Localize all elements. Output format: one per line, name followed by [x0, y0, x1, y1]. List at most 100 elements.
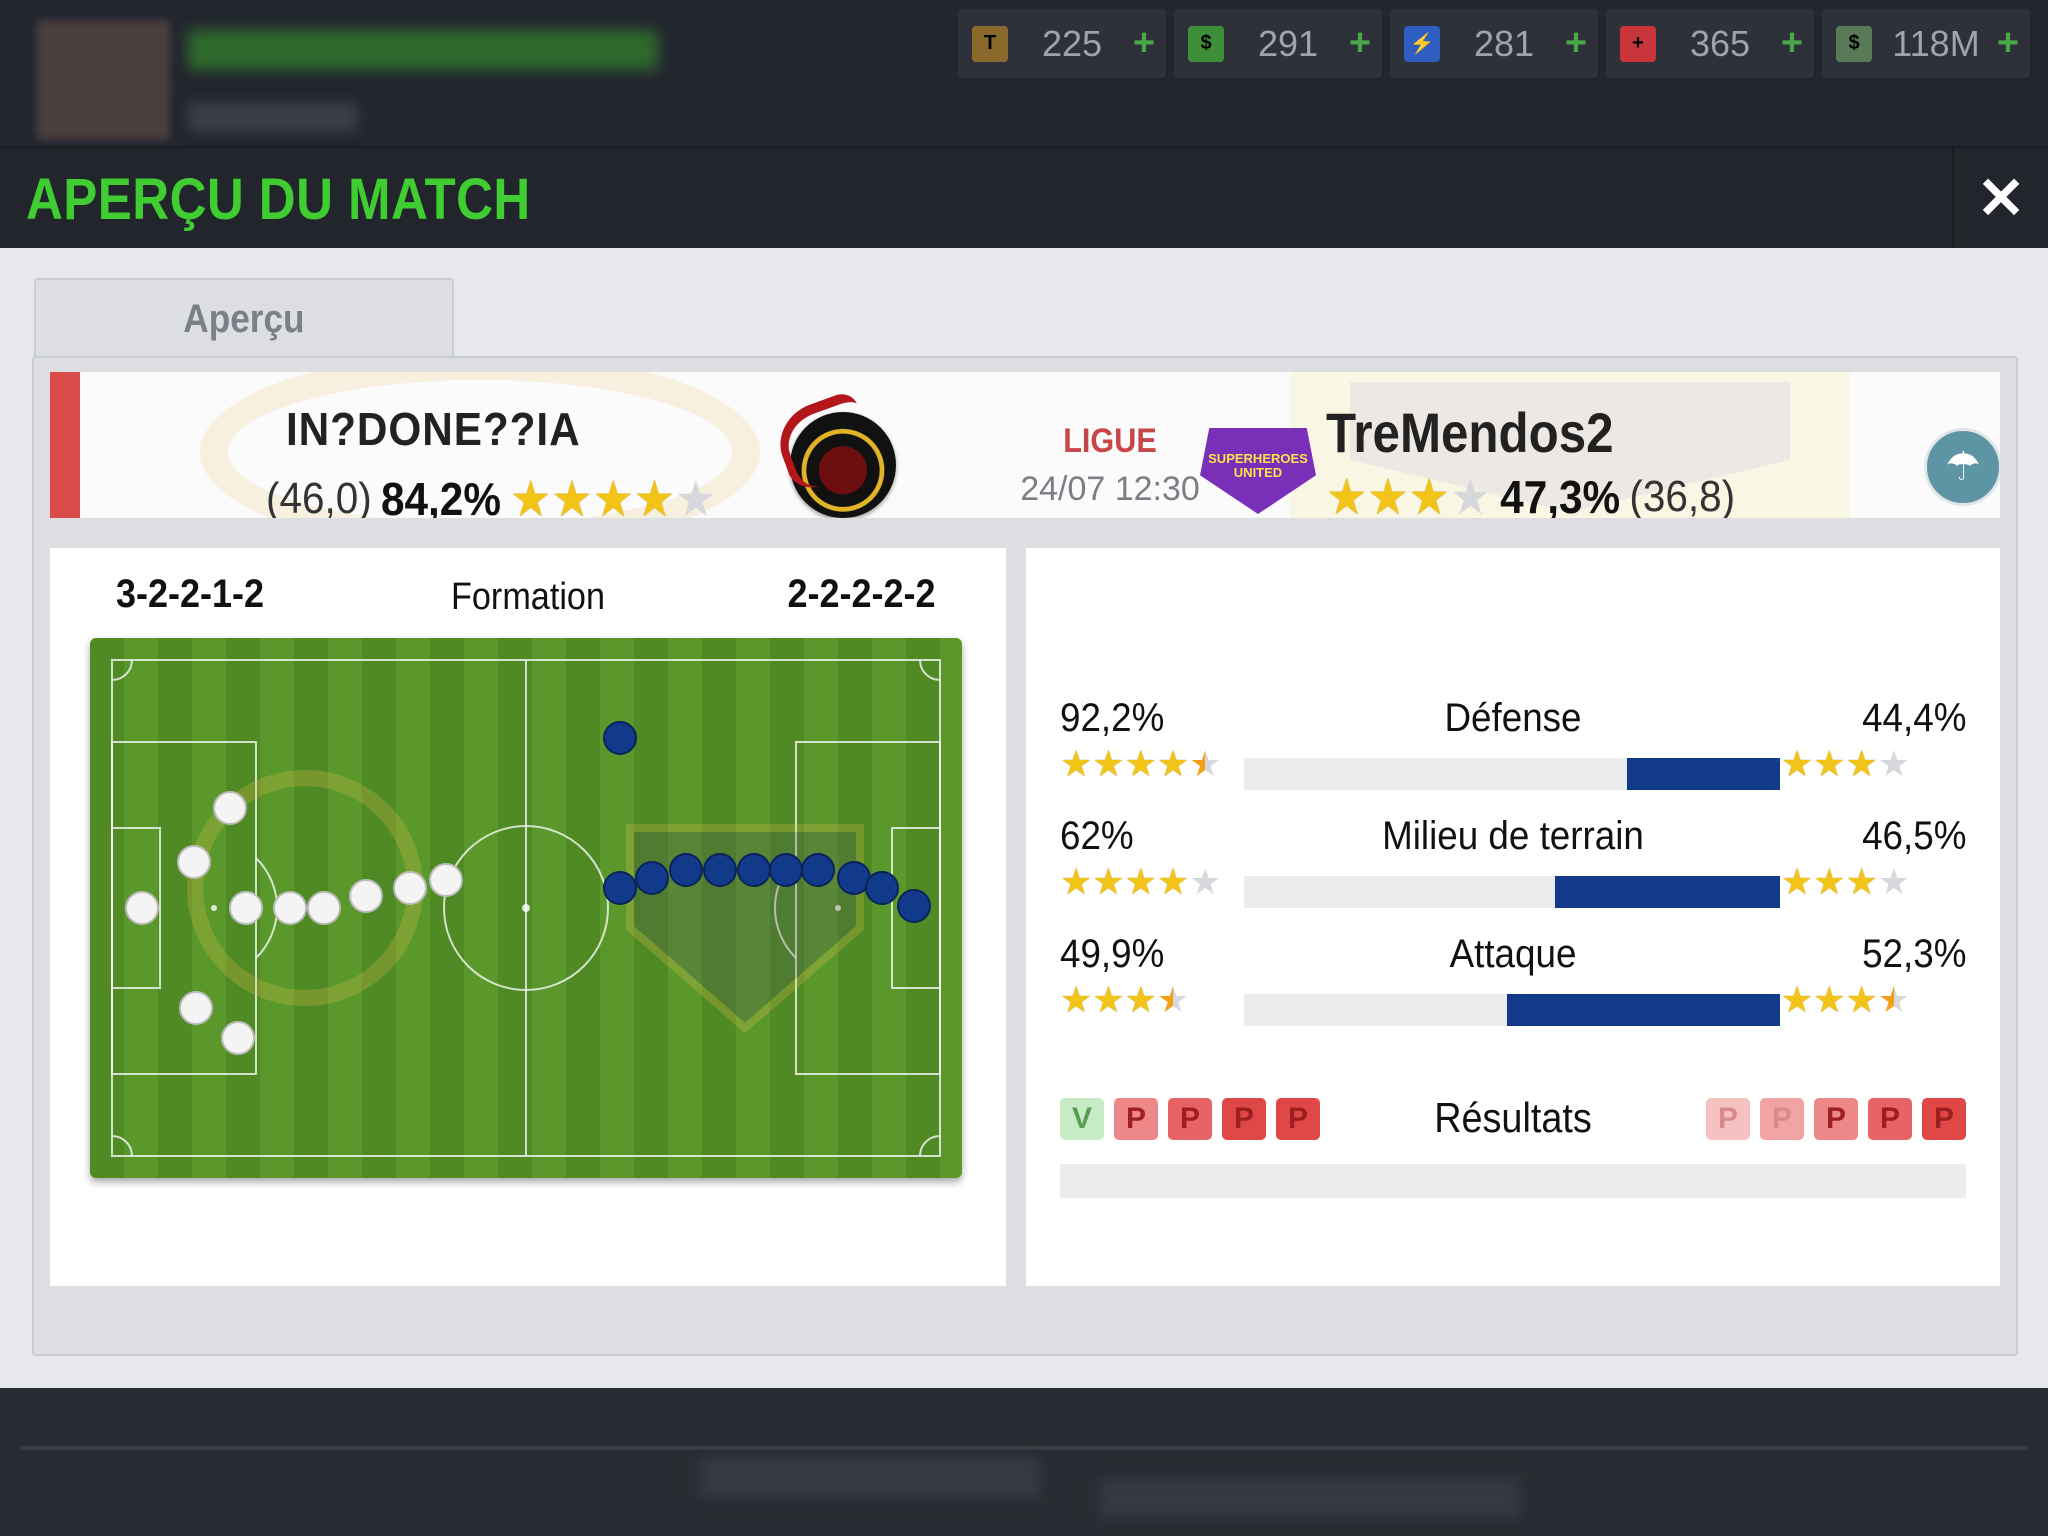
- rain-cloud-icon: ☂: [1945, 445, 1981, 489]
- star-icon: ★: [1813, 979, 1846, 1020]
- add-resource-button[interactable]: +: [1340, 22, 1380, 65]
- club-crest-blurred: [36, 20, 170, 140]
- results-bar: [1060, 1164, 1966, 1198]
- away-player-marker: [603, 721, 637, 755]
- stat-home-stars: ★ ★ ★ ★ ★: [1060, 746, 1221, 782]
- star-icon: ★: [1156, 743, 1190, 784]
- competition-label: LIGUE: [1063, 422, 1157, 460]
- stat-away-stars: ★ ★ ★ ★: [1781, 746, 1910, 782]
- stat-comparison-bar: [1244, 758, 1780, 790]
- close-icon: ✕: [1976, 166, 2026, 231]
- stat-away-value: 52,3%: [1861, 932, 1966, 976]
- home-player-marker: [179, 991, 213, 1025]
- home-player-marker: [393, 871, 427, 905]
- formation-card: 3-2-2-1-2 Formation 2-2-2-2-2: [50, 548, 1006, 1286]
- star-icon: ★: [1124, 861, 1157, 902]
- star-icon: ★: [1092, 743, 1125, 784]
- away-team-rating-line: ★ ★ ★ ★ 47,3% (36,8): [1326, 470, 1735, 518]
- home-player-marker: [229, 891, 263, 925]
- away-team-stars: ★ ★ ★ ★: [1326, 472, 1491, 518]
- stat-label: Défense: [1444, 696, 1582, 740]
- tab-apercu-label: Aperçu: [183, 296, 305, 341]
- medical-icon: +: [1620, 25, 1656, 62]
- match-banner: IN?DONE??IA (46,0) 84,2% ★ ★ ★ ★ ★ LIGUE 24/…: [50, 372, 2000, 518]
- star-icon: ★: [1124, 743, 1157, 784]
- stat-comparison-bar: [1244, 994, 1780, 1026]
- preview-panel: IN?DONE??IA (46,0) 84,2% ★ ★ ★ ★ ★ LIGUE 24/…: [32, 356, 2018, 1356]
- star-icon: ★: [1877, 861, 1910, 902]
- star-icon: ★: [675, 471, 717, 518]
- resource-value: 281: [1473, 22, 1535, 64]
- club-subtitle-blurred: [188, 102, 358, 132]
- home-player-marker: [273, 891, 307, 925]
- resource-token-coin: T 225 +: [958, 9, 1166, 78]
- home-player-marker: [307, 891, 341, 925]
- star-icon: ★: [1060, 979, 1093, 1020]
- footer-item-blurred: [700, 1458, 1040, 1498]
- stat-row: 49,9% Attaque 52,3% ★ ★ ★ ★ ★ ★ ★ ★: [1026, 932, 2000, 1042]
- close-button[interactable]: ✕: [1952, 148, 2048, 248]
- stats-card: 92,2% Défense 44,4% ★ ★ ★ ★ ★ ★ ★ ★ ★ 62% Milieu de t…: [1026, 548, 2000, 1286]
- resource-medical: +365 +: [1606, 9, 1814, 78]
- result-badge: P: [1706, 1098, 1750, 1140]
- add-resource-button[interactable]: +: [1124, 22, 1164, 65]
- token-coin-icon: T: [972, 25, 1008, 62]
- stat-home-stars: ★ ★ ★ ★: [1060, 982, 1189, 1018]
- background-footer-blurred: [0, 1388, 2048, 1536]
- stat-label: Attaque: [1449, 932, 1577, 976]
- resource-value: 118M: [1892, 22, 1980, 64]
- add-resource-button[interactable]: +: [1772, 22, 1812, 65]
- star-icon: ★: [1092, 979, 1125, 1020]
- star-icon: ★: [510, 471, 552, 518]
- stat-away-bar-fill: [1506, 994, 1780, 1026]
- away-player-marker: [603, 871, 637, 905]
- top-resource-bar: T 225 + $291 + ⚡ 281 + +365 + $118M +: [0, 0, 2048, 146]
- home-player-marker: [125, 891, 159, 925]
- stat-away-bar-fill: [1554, 876, 1780, 908]
- star-icon: ★: [1408, 469, 1450, 518]
- modal-header: APERÇU DU MATCH ✕: [0, 148, 2048, 248]
- away-player-marker: [737, 853, 771, 887]
- resource-value: 365: [1689, 22, 1751, 64]
- stat-row: 92,2% Défense 44,4% ★ ★ ★ ★ ★ ★ ★ ★ ★: [1026, 696, 2000, 806]
- star-icon: ★: [1367, 469, 1409, 518]
- cash-icon: $: [1188, 25, 1224, 62]
- away-player-marker: [635, 861, 669, 895]
- stat-label: Milieu de terrain: [1382, 814, 1644, 858]
- away-player-marker: [897, 889, 931, 923]
- star-icon: ★: [1449, 469, 1491, 518]
- add-resource-button[interactable]: +: [1556, 22, 1596, 65]
- resource-cash: $291 +: [1174, 9, 1382, 78]
- star-icon: ★: [1845, 861, 1878, 902]
- star-icon: ★: [1326, 469, 1368, 518]
- star-icon: ★: [1156, 979, 1190, 1020]
- footer-item-blurred: [1100, 1478, 1520, 1518]
- star-icon: ★: [1156, 861, 1190, 902]
- away-team-name: TreMendos2: [1326, 401, 1614, 464]
- star-icon: ★: [1189, 743, 1222, 784]
- money-bag-icon: $: [1836, 25, 1872, 62]
- star-icon: ★: [1813, 743, 1846, 784]
- energy-icon: ⚡: [1404, 25, 1440, 62]
- results-row: VPPPP Résultats PPPPP: [1026, 1088, 2000, 1148]
- star-icon: ★: [1813, 861, 1846, 902]
- away-formation: 2-2-2-2-2: [787, 572, 936, 616]
- tab-apercu[interactable]: Aperçu: [34, 278, 454, 358]
- result-badge: P: [1868, 1098, 1912, 1140]
- star-icon: ★: [1845, 743, 1878, 784]
- star-icon: ★: [1845, 979, 1878, 1020]
- star-icon: ★: [1092, 861, 1125, 902]
- add-resource-button[interactable]: +: [1988, 22, 2028, 65]
- home-player-marker: [429, 863, 463, 897]
- home-player-marker: [213, 791, 247, 825]
- star-icon: ★: [1780, 979, 1814, 1020]
- away-player-marker: [865, 871, 899, 905]
- home-team-logo[interactable]: [790, 412, 896, 518]
- weather-button[interactable]: ☂: [1924, 428, 2000, 506]
- stat-home-stars: ★ ★ ★ ★ ★: [1060, 864, 1221, 900]
- modal-title: APERÇU DU MATCH: [26, 167, 531, 232]
- home-team-stars: ★ ★ ★ ★ ★: [510, 474, 716, 518]
- star-icon: ★: [1877, 979, 1910, 1020]
- star-icon: ★: [1877, 743, 1910, 784]
- pitch: [90, 638, 962, 1178]
